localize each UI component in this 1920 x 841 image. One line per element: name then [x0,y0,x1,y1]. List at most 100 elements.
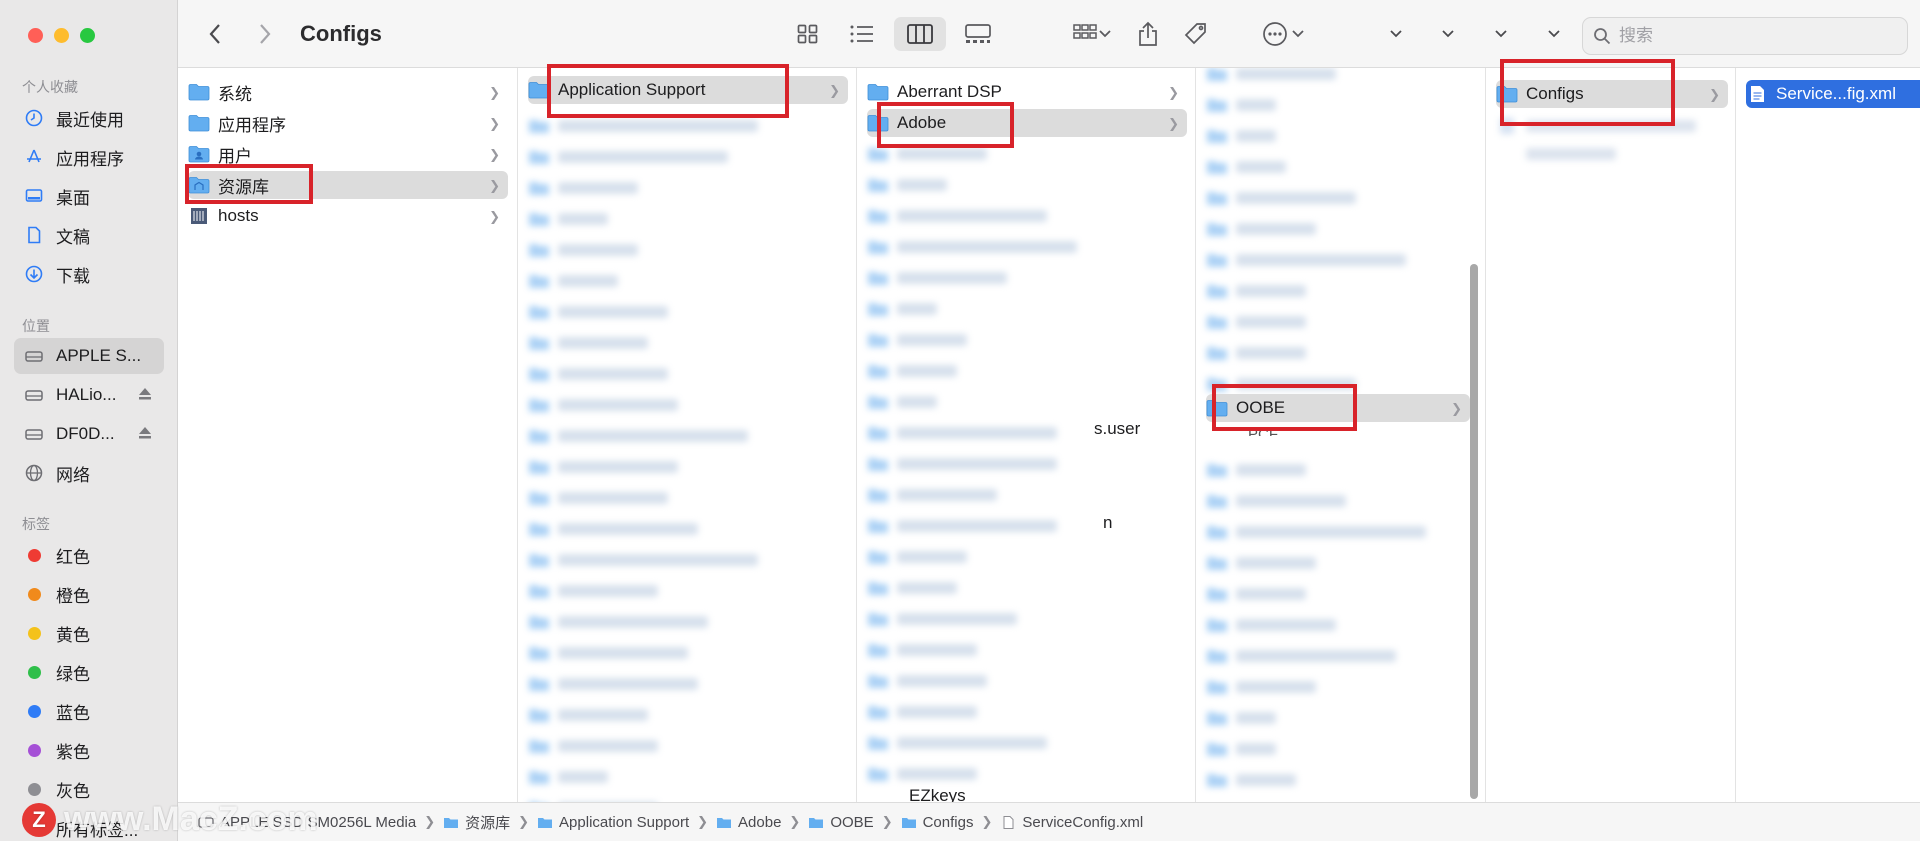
chevron-right-icon: ❯ [697,814,709,829]
zoom-window-button[interactable] [80,28,95,43]
eject-icon[interactable] [138,388,152,400]
list-item-selected[interactable]: Service...fig.xml [1746,80,1920,108]
list-item[interactable] [528,763,768,791]
sidebar-tag-yellow[interactable]: 黄色 [14,615,164,651]
sidebar-item-network[interactable]: 网络 [14,455,164,491]
download-icon [24,264,44,284]
favorites-header: 个人收藏 [22,79,78,95]
list-item[interactable] [528,515,768,543]
sidebar-tag-green[interactable]: 绿色 [14,654,164,690]
list-item[interactable] [528,484,768,512]
icon-view-button[interactable] [788,17,828,51]
chevron-right-icon: ❯ [424,814,436,829]
list-item[interactable] [528,546,768,574]
sidebar-item-label: 网络 [56,465,90,485]
path-segment-label: ServiceConfig.xml [1022,813,1144,831]
sidebar-tag-orange[interactable]: 橙色 [14,576,164,612]
list-item[interactable]: Aberrant DSP ❯ [867,78,1187,106]
list-item[interactable] [528,732,768,760]
list-item[interactable] [528,577,768,605]
list-item[interactable] [528,391,768,419]
network-icon [24,463,44,483]
list-item[interactable] [528,670,768,698]
list-item-selected[interactable]: OOBE ❯ [1206,394,1470,422]
sidebar-item-label: DF0D... [56,424,115,443]
back-button[interactable] [200,17,230,51]
list-item[interactable] [528,701,768,729]
toolbar-dropdown-3[interactable] [1489,17,1513,51]
list-item[interactable] [528,205,768,233]
sidebar-tag-blue[interactable]: 蓝色 [14,693,164,729]
list-item[interactable] [528,453,768,481]
list-item-label: Aberrant DSP [897,82,1002,101]
eject-icon[interactable] [138,427,152,439]
path-segment[interactable]: Adobe ❯ [716,814,800,831]
list-item[interactable] [528,329,768,357]
path-segment-label: Configs [922,813,974,831]
toolbar-dropdown-4[interactable] [1542,17,1566,51]
list-item-selected[interactable]: Application Support ❯ [528,76,848,104]
sidebar-item-documents[interactable]: 文稿 [14,217,164,253]
search-field[interactable] [1582,17,1908,55]
path-segment[interactable]: OOBE ❯ [808,814,893,831]
path-segment[interactable]: Application Support ❯ [537,814,708,831]
minimize-window-button[interactable] [54,28,69,43]
list-item[interactable] [528,639,768,667]
sidebar-item-apple-ssd[interactable]: APPLE S... [14,338,164,374]
list-item[interactable] [528,174,768,202]
sidebar-tag-red[interactable]: 红色 [14,537,164,573]
list-item[interactable] [528,267,768,295]
list-item[interactable] [528,422,768,450]
list-item[interactable] [528,143,768,171]
sidebar-item-downloads[interactable]: 下载 [14,256,164,292]
toolbar-dropdown-1[interactable] [1384,17,1408,51]
sidebar-item-label: 橙色 [56,586,90,606]
list-item[interactable]: 应用程序 ❯ [188,109,508,137]
tag-button[interactable] [1178,17,1214,51]
share-button[interactable] [1130,17,1166,51]
sidebar-item-df0d[interactable]: DF0D... [14,416,164,452]
path-segment[interactable]: Configs ❯ [901,813,992,831]
column-view-button[interactable] [894,17,946,51]
file-icon [1003,815,1014,829]
group-button[interactable] [1066,17,1118,51]
sidebar-item-halio[interactable]: HALio... [14,377,164,413]
sidebar-item-label: 绿色 [56,664,90,684]
library-folder-icon [188,177,210,194]
list-item-selected[interactable]: Adobe ❯ [867,109,1187,137]
scrollbar[interactable] [1470,264,1478,799]
sidebar-item-recents[interactable]: 最近使用 [14,100,164,136]
column-2: Application Support ❯ [518,68,857,802]
forward-button[interactable] [250,17,280,51]
toolbar-dropdown-2[interactable] [1436,17,1460,51]
list-item-selected[interactable]: Configs ❯ [1496,80,1728,108]
list-item[interactable]: 系统 ❯ [188,78,508,106]
list-item[interactable] [528,236,768,264]
list-item-selected[interactable]: 资源库 ❯ [188,171,508,199]
tags-header: 标签 [22,516,50,532]
drive-icon [24,424,44,444]
list-item[interactable] [528,360,768,388]
list-item[interactable] [528,608,768,636]
sidebar-item-label: 蓝色 [56,703,90,723]
list-item[interactable]: hosts ❯ [188,202,508,230]
list-item[interactable] [528,298,768,326]
list-item[interactable] [528,112,768,140]
search-input[interactable] [1619,26,1899,46]
sidebar-item-applications[interactable]: 应用程序 [14,139,164,175]
folder-icon [809,817,824,828]
tag-dot-icon [27,548,41,562]
sidebar-item-label: APPLE S... [56,346,142,365]
path-segment[interactable]: 资源库 ❯ [443,812,529,833]
apps-icon [24,147,44,167]
list-item[interactable] [528,794,768,802]
sidebar-item-desktop[interactable]: 桌面 [14,178,164,214]
close-window-button[interactable] [28,28,43,43]
sidebar-tag-purple[interactable]: 紫色 [14,732,164,768]
gallery-view-button[interactable] [956,17,1000,51]
path-segment[interactable]: ServiceConfig.xml [1000,814,1143,831]
more-actions-button[interactable] [1256,17,1310,51]
document-icon [24,225,44,245]
list-view-button[interactable] [842,17,882,51]
list-item[interactable]: 用户 ❯ [188,140,508,168]
